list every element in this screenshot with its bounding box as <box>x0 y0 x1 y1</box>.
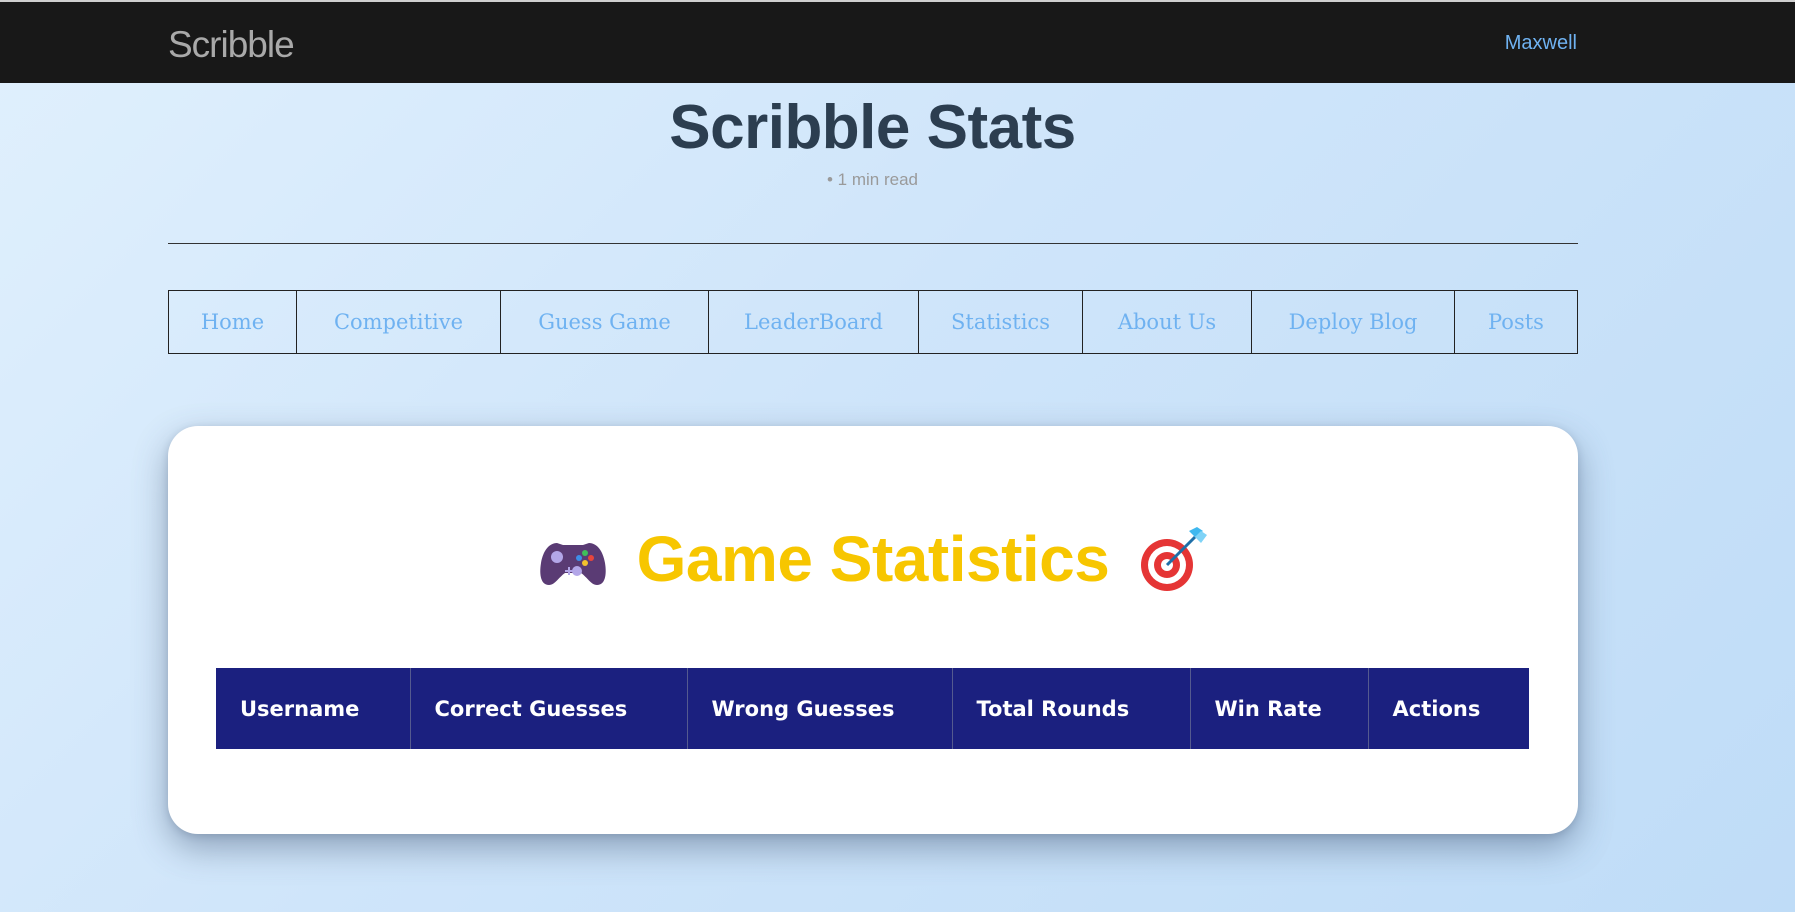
menu-item-deploy-blog[interactable]: Deploy Blog <box>1252 291 1455 353</box>
column-header-username: Username <box>216 668 411 749</box>
stats-title: Game Statistics <box>636 523 1110 595</box>
column-header-total-rounds: Total Rounds <box>952 668 1191 749</box>
brand-logo-link[interactable]: Scribble <box>168 24 295 66</box>
user-profile-link[interactable]: Maxwell <box>1505 32 1577 55</box>
menu-item-competitive[interactable]: Competitive <box>297 291 501 353</box>
menu-item-leaderboard[interactable]: LeaderBoard <box>709 291 919 353</box>
menu-item-home[interactable]: Home <box>169 291 297 353</box>
menu-item-statistics[interactable]: Statistics <box>919 291 1083 353</box>
direct-hit-target-icon <box>1141 527 1208 591</box>
page-title: Scribble Stats <box>669 93 1076 162</box>
table-header-row: Username Correct Guesses Wrong Guesses T… <box>216 668 1529 749</box>
stats-heading: Game Statistics <box>168 522 1578 596</box>
stats-card: Game Statistics Username Correct Guesses… <box>168 426 1578 834</box>
main-menu: Home Competitive Guess Game LeaderBoard … <box>168 290 1578 354</box>
menu-item-posts[interactable]: Posts <box>1455 291 1577 353</box>
divider <box>168 243 1578 244</box>
column-header-win-rate: Win Rate <box>1190 668 1369 749</box>
column-header-actions: Actions <box>1368 668 1529 749</box>
menu-item-about-us[interactable]: About Us <box>1083 291 1252 353</box>
game-controller-icon <box>539 543 606 585</box>
top-navbar: Scribble Maxwell <box>0 2 1795 83</box>
stats-table: Username Correct Guesses Wrong Guesses T… <box>216 668 1529 749</box>
column-header-correct-guesses: Correct Guesses <box>410 668 688 749</box>
column-header-wrong-guesses: Wrong Guesses <box>687 668 953 749</box>
read-time: • 1 min read <box>827 170 918 189</box>
menu-item-guess-game[interactable]: Guess Game <box>501 291 709 353</box>
